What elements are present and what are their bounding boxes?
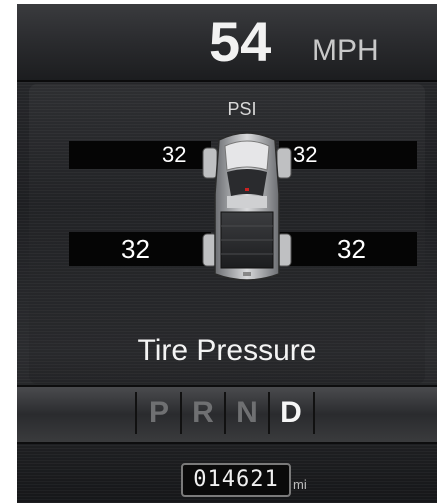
speed-value: 54 — [209, 10, 272, 73]
gear-divider — [180, 392, 182, 434]
gear-reverse: R — [192, 396, 214, 429]
rear-right-pressure: 32 — [337, 234, 366, 264]
psi-unit-label: PSI — [227, 99, 257, 119]
gear-divider — [268, 392, 270, 434]
front-left-bar — [69, 141, 211, 169]
gear-divider — [135, 392, 137, 434]
gear-divider — [313, 392, 315, 434]
gear-neutral: N — [236, 396, 258, 429]
gear-divider — [224, 392, 226, 434]
gear-park: P — [148, 396, 169, 429]
odometer-unit: mi — [293, 477, 307, 492]
instrument-cluster-display: 54 MPH PSI 32 32 32 32 Tire Pressure P R… — [17, 4, 437, 503]
truck-top-view-icon — [202, 132, 292, 281]
odometer-value: 014621 — [181, 463, 291, 497]
tire-pressure-title: Tire Pressure — [137, 334, 317, 367]
front-left-pressure: 32 — [162, 142, 187, 167]
gear-drive: D — [280, 396, 302, 429]
speed-unit: MPH — [312, 34, 379, 67]
rear-left-pressure: 32 — [121, 234, 150, 264]
